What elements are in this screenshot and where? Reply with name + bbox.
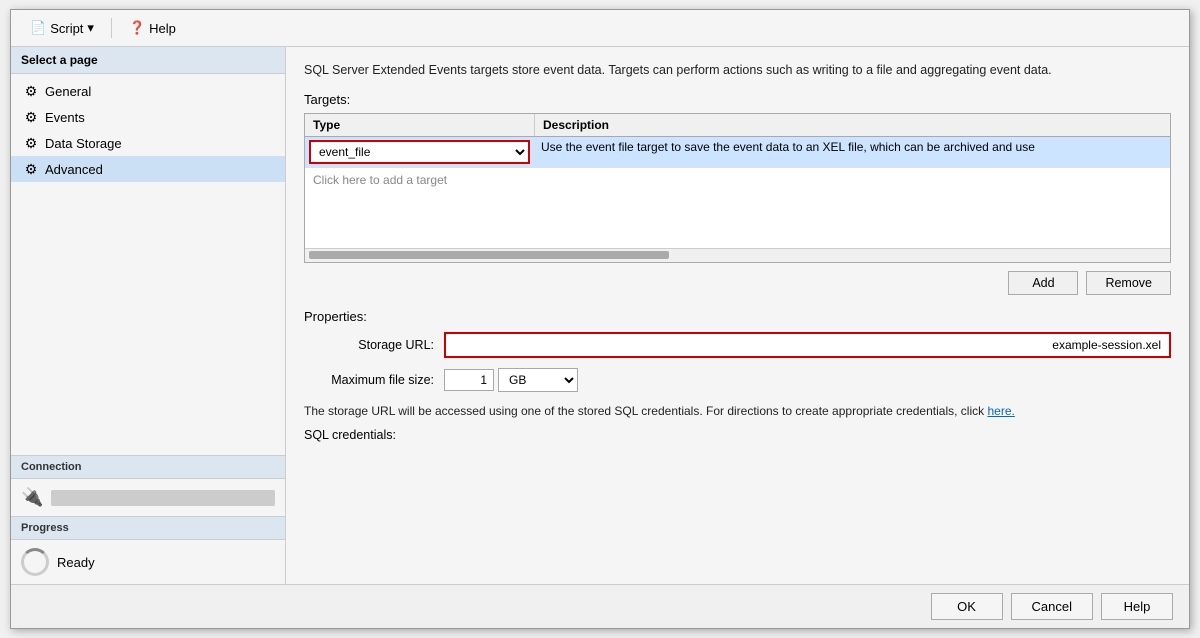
ok-button[interactable]: OK	[931, 593, 1003, 620]
info-text-content: The storage URL will be accessed using o…	[304, 404, 987, 418]
col-desc-header: Description	[535, 114, 1170, 136]
file-size-input[interactable]	[444, 369, 494, 391]
description-text: SQL Server Extended Events targets store…	[304, 61, 1171, 80]
sidebar-nav: ⚙ General ⚙ Events ⚙ Data Storage ⚙ Adva…	[11, 74, 285, 455]
connection-placeholder	[51, 490, 275, 506]
properties-section: Properties: Storage URL: Maximum file si…	[304, 309, 1171, 442]
cancel-button[interactable]: Cancel	[1011, 593, 1093, 620]
add-button[interactable]: Add	[1008, 271, 1078, 295]
sidebar-item-data-storage[interactable]: ⚙ Data Storage	[11, 130, 285, 156]
sidebar: Select a page ⚙ General ⚙ Events ⚙ Data …	[11, 47, 286, 584]
sidebar-item-events[interactable]: ⚙ Events	[11, 104, 285, 130]
connection-title: Connection	[11, 455, 285, 479]
sql-credentials-row: SQL credentials:	[304, 428, 1171, 442]
main-content: SQL Server Extended Events targets store…	[286, 47, 1189, 584]
progress-status: Ready	[57, 555, 95, 570]
sidebar-item-advanced[interactable]: ⚙ Advanced	[11, 156, 285, 182]
cell-desc: Use the event file target to save the ev…	[535, 137, 1170, 167]
col-type-header: Type	[305, 114, 535, 136]
file-size-container: KB MB GB TB	[444, 368, 578, 392]
toolbar: 📄 Script ▾ ❓ Help	[11, 10, 1189, 47]
script-label: Script	[50, 21, 83, 36]
sidebar-item-label-data-storage: Data Storage	[45, 136, 122, 151]
script-icon: 📄	[30, 20, 46, 36]
data-storage-icon: ⚙	[23, 135, 39, 151]
help-icon: ❓	[129, 20, 145, 36]
progress-spinner	[21, 548, 49, 576]
action-buttons: Add Remove	[304, 263, 1171, 303]
progress-area: Ready	[11, 540, 285, 584]
help-label: Help	[149, 21, 176, 36]
type-dropdown[interactable]: event_file	[309, 140, 530, 164]
storage-url-row: Storage URL:	[304, 332, 1171, 358]
advanced-icon: ⚙	[23, 161, 39, 177]
dialog-window: 📄 Script ▾ ❓ Help Select a page ⚙ Genera…	[10, 9, 1190, 629]
dialog-body: Select a page ⚙ General ⚙ Events ⚙ Data …	[11, 47, 1189, 584]
sidebar-item-label-advanced: Advanced	[45, 162, 103, 177]
horizontal-scrollbar[interactable]	[305, 248, 1170, 262]
sidebar-item-label-general: General	[45, 84, 91, 99]
info-text: The storage URL will be accessed using o…	[304, 402, 1171, 420]
general-icon: ⚙	[23, 83, 39, 99]
targets-table: Type Description event_file Use the even…	[304, 113, 1171, 263]
click-to-add[interactable]: Click here to add a target	[305, 168, 1170, 248]
scrollbar-thumb	[309, 251, 669, 259]
storage-url-input[interactable]	[444, 332, 1171, 358]
progress-title: Progress	[11, 516, 285, 540]
cell-type[interactable]: event_file	[305, 137, 535, 167]
sidebar-item-label-events: Events	[45, 110, 85, 125]
help-button[interactable]: ❓ Help	[120, 16, 185, 40]
file-size-unit-select[interactable]: KB MB GB TB	[498, 368, 578, 392]
remove-button[interactable]: Remove	[1086, 271, 1171, 295]
script-dropdown-icon: ▾	[87, 20, 94, 36]
targets-label: Targets:	[304, 92, 1171, 107]
connection-icon: 🔌	[21, 487, 43, 508]
help-footer-button[interactable]: Help	[1101, 593, 1173, 620]
table-row-event-file[interactable]: event_file Use the event file target to …	[305, 137, 1170, 168]
max-file-size-row: Maximum file size: KB MB GB TB	[304, 368, 1171, 392]
script-button[interactable]: 📄 Script ▾	[21, 16, 103, 40]
max-file-size-label: Maximum file size:	[304, 373, 434, 387]
sql-credentials-label: SQL credentials:	[304, 428, 396, 442]
info-link[interactable]: here.	[987, 404, 1014, 418]
toolbar-separator	[111, 18, 112, 38]
sidebar-item-general[interactable]: ⚙ General	[11, 78, 285, 104]
targets-table-header: Type Description	[305, 114, 1170, 137]
dialog-footer: OK Cancel Help	[11, 584, 1189, 628]
properties-label: Properties:	[304, 309, 1171, 324]
select-page-title: Select a page	[11, 47, 285, 74]
connection-area: 🔌	[11, 479, 285, 516]
events-icon: ⚙	[23, 109, 39, 125]
storage-url-label: Storage URL:	[304, 338, 434, 352]
